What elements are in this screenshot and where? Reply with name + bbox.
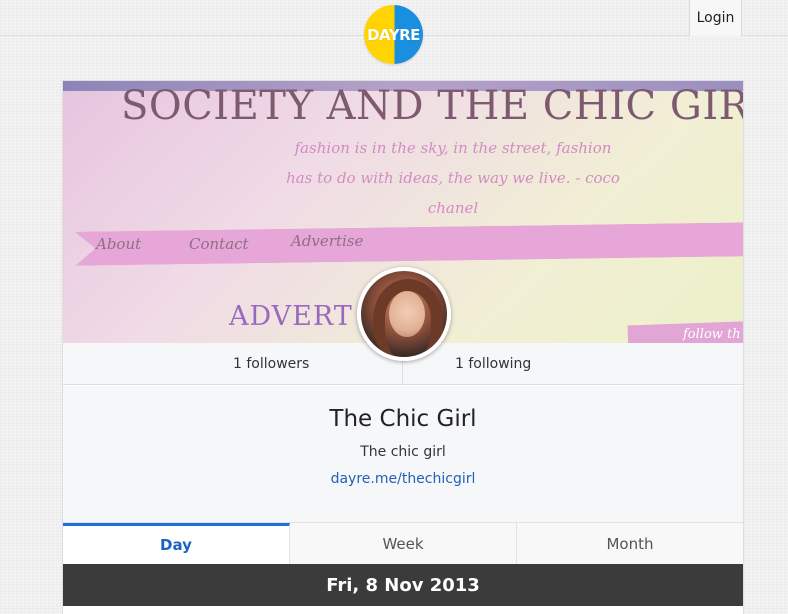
cover-nav-about: About [96,235,142,253]
cover-quote-line: has to do with ideas, the way we live. -… [286,169,620,187]
profile-description: The chic girl [360,444,446,460]
cover-quote-line: chanel [427,199,479,217]
cover-nav-advertise: Advertise [291,232,364,250]
avatar-face [389,291,425,337]
profile-info: The Chic Girl The chic girl dayre.me/the… [63,386,743,522]
period-tabs: Day Week Month [63,522,743,564]
cover-quote-line: fashion is in the sky, in the street, fa… [294,139,612,157]
cover-follow-text: follow th [683,327,741,342]
profile-link[interactable]: dayre.me/thechicgirl [63,471,743,487]
dayre-logo[interactable]: DAYRE [364,5,423,64]
profile-name: The Chic Girl [329,406,477,432]
avatar[interactable] [357,267,451,361]
cover-advert-text: ADVERT [229,301,353,332]
tab-week[interactable]: Week [290,523,517,564]
following-count[interactable]: 1 following [403,343,743,385]
cover-title: SOCIETY AND THE CHIC GIR [121,83,743,129]
cover-quote: fashion is in the sky, in the street, fa… [253,133,653,223]
logo-text: DAYRE [367,25,420,44]
tab-month[interactable]: Month [517,523,743,564]
tab-day[interactable]: Day [63,523,290,564]
login-button[interactable]: Login [689,0,742,36]
profile-card: SOCIETY AND THE CHIC GIR fashion is in t… [62,80,744,614]
cover-nav-band [75,222,743,265]
followers-count[interactable]: 1 followers [63,343,403,385]
date-header: Fri, 8 Nov 2013 [63,564,743,606]
cover-nav-contact: Contact [189,235,249,253]
